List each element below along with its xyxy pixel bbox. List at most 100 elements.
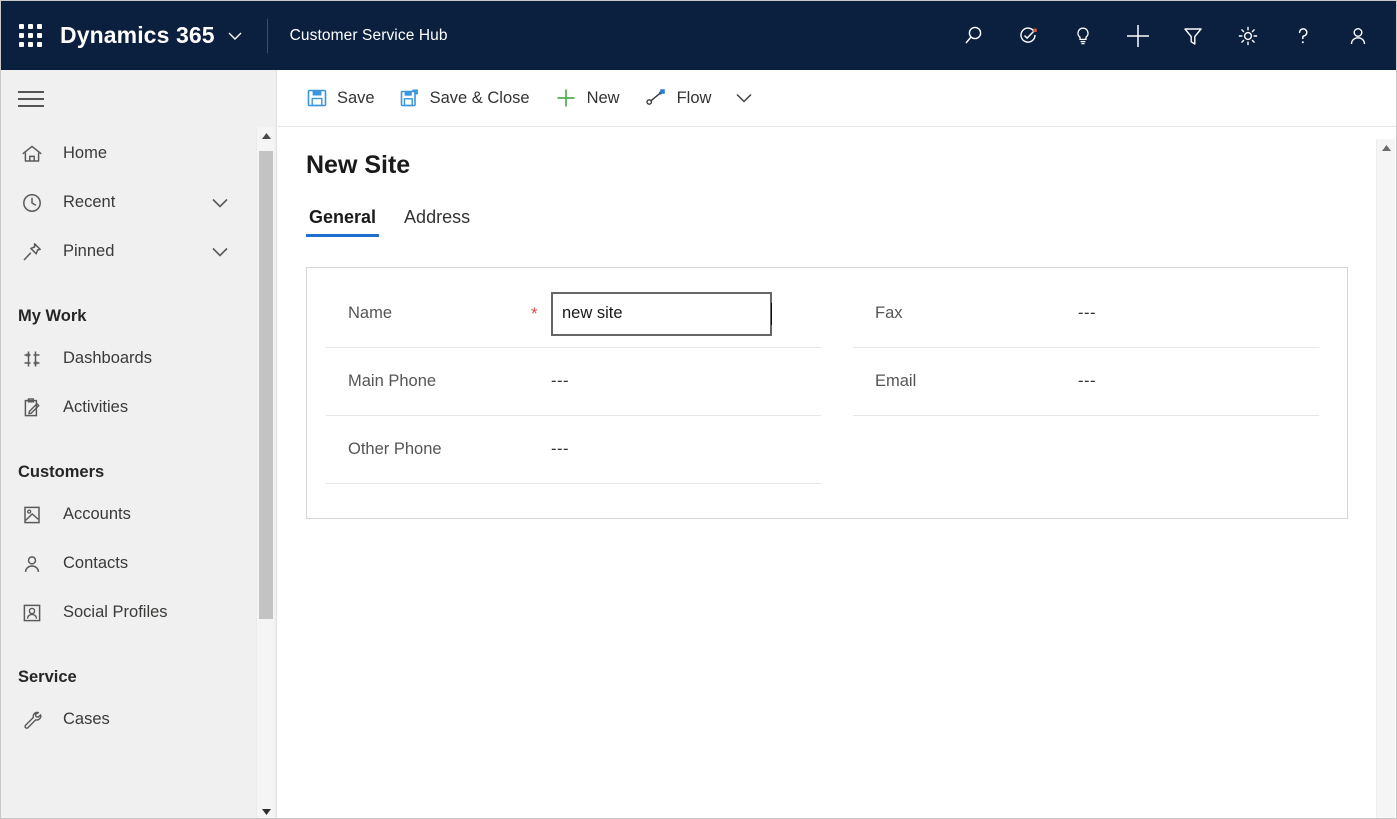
name-input-wrapper: [551, 292, 772, 336]
tab-address[interactable]: Address: [401, 207, 473, 237]
accounts-icon: [18, 503, 46, 527]
sidebar-item-activities[interactable]: Activities: [1, 383, 259, 432]
field-row-email: Email ---: [853, 348, 1319, 416]
dashboard-icon: [18, 347, 46, 371]
form-column-right-filler: [853, 416, 1319, 484]
form-content-area: New Site General Address Name * Main Pho…: [278, 128, 1397, 819]
text-cursor: [771, 303, 772, 325]
new-button[interactable]: New: [542, 78, 632, 118]
chevron-down-icon[interactable]: [209, 241, 231, 263]
person-icon[interactable]: [1336, 14, 1380, 58]
sidebar-item-dashboards[interactable]: Dashboards: [1, 334, 259, 383]
activities-icon: [18, 396, 46, 420]
field-label-email: Email: [853, 372, 1058, 391]
home-icon: [18, 142, 46, 166]
sidebar-item-cases[interactable]: Cases: [1, 695, 259, 744]
sidebar-item-label: Recent: [63, 193, 209, 212]
sidebar-item-label: Social Profiles: [63, 603, 259, 622]
plus-icon: [554, 86, 578, 110]
field-label-other-phone: Other Phone: [326, 440, 531, 459]
name-input[interactable]: [551, 292, 772, 336]
brand-title[interactable]: Dynamics 365: [60, 22, 215, 49]
other-phone-value[interactable]: ---: [551, 440, 569, 459]
social-profile-icon: [18, 601, 46, 625]
dynamics365-window: Dynamics 365 Customer Service Hub: [0, 0, 1397, 819]
wrench-icon: [18, 708, 46, 732]
sidebar-item-recent[interactable]: Recent: [1, 178, 259, 227]
save-and-close-button-label: Save & Close: [430, 89, 530, 108]
top-navigation-bar: Dynamics 365 Customer Service Hub: [1, 1, 1397, 70]
hamburger-menu-icon[interactable]: [18, 86, 48, 112]
field-row-other-phone: Other Phone ---: [326, 416, 821, 484]
sidebar-scrollbar[interactable]: [256, 127, 274, 819]
sidebar-item-contacts[interactable]: Contacts: [1, 539, 259, 588]
sidebar-item-label: Home: [63, 144, 259, 163]
field-label-name: Name: [326, 304, 531, 323]
sidebar-item-social-profiles[interactable]: Social Profiles: [1, 588, 259, 637]
flow-button[interactable]: Flow: [632, 78, 724, 118]
email-value[interactable]: ---: [1078, 372, 1096, 391]
form-tab-list: General Address: [306, 207, 473, 237]
sidebar-group-my-work: My Work: [1, 286, 259, 334]
sidebar-group-service: Service: [1, 647, 259, 695]
nav-spacer: [1, 637, 259, 647]
command-bar: Save Save & Close New: [278, 70, 1397, 127]
scroll-up-arrow-icon[interactable]: [257, 127, 275, 144]
field-row-fax: Fax ---: [853, 280, 1319, 348]
header-divider: [267, 19, 268, 53]
brand-chevron-down-icon[interactable]: [225, 26, 245, 46]
flow-icon: [644, 87, 668, 109]
sitemap-nav-list: Home Recent: [1, 129, 259, 819]
app-name-label: Customer Service Hub: [290, 27, 448, 45]
scroll-up-arrow-icon[interactable]: [1377, 139, 1396, 156]
sidebar-item-label: Dashboards: [63, 349, 259, 368]
sidebar-scrollbar-thumb[interactable]: [259, 151, 273, 619]
lightbulb-icon[interactable]: [1061, 14, 1105, 58]
save-and-close-icon: [399, 87, 421, 109]
gear-icon[interactable]: [1226, 14, 1270, 58]
sidebar-item-label: Accounts: [63, 505, 259, 524]
form-column-right: Fax --- Email ---: [827, 268, 1347, 518]
main-phone-value[interactable]: ---: [551, 372, 569, 391]
question-icon[interactable]: [1281, 14, 1325, 58]
sidebar-item-label: Contacts: [63, 554, 259, 573]
save-and-close-button[interactable]: Save & Close: [387, 78, 542, 118]
chevron-down-icon[interactable]: [209, 192, 231, 214]
plus-icon[interactable]: [1116, 14, 1160, 58]
sidebar-item-label: Activities: [63, 398, 259, 417]
save-button-label: Save: [337, 89, 375, 108]
fax-value[interactable]: ---: [1078, 304, 1096, 323]
field-label-main-phone: Main Phone: [326, 372, 531, 391]
contact-icon: [18, 552, 46, 576]
field-row-name: Name *: [326, 280, 821, 348]
field-row-main-phone: Main Phone ---: [326, 348, 821, 416]
search-icon[interactable]: [951, 14, 995, 58]
assistant-icon[interactable]: [1006, 14, 1050, 58]
command-bar-overflow-chevron-icon[interactable]: [723, 78, 765, 118]
sidebar-group-customers: Customers: [1, 442, 259, 490]
page-title: New Site: [306, 151, 410, 180]
tab-general[interactable]: General: [306, 207, 379, 237]
pin-icon: [18, 240, 46, 264]
scroll-down-arrow-icon[interactable]: [257, 803, 275, 819]
header-icon-group: [940, 14, 1397, 58]
sidebar-item-pinned[interactable]: Pinned: [1, 227, 259, 276]
sidebar-item-home[interactable]: Home: [1, 129, 259, 178]
required-marker: *: [531, 305, 551, 322]
sidebar-item-accounts[interactable]: Accounts: [1, 490, 259, 539]
form-column-left: Name * Main Phone --- Other Phone ---: [307, 268, 827, 518]
clock-icon: [18, 191, 46, 215]
save-icon: [306, 87, 328, 109]
nav-spacer: [1, 276, 259, 286]
sitemap-sidebar: Home Recent: [1, 70, 277, 819]
content-scrollbar[interactable]: [1376, 139, 1395, 819]
app-launcher-icon[interactable]: [18, 23, 44, 49]
new-button-label: New: [587, 89, 620, 108]
nav-spacer: [1, 432, 259, 442]
save-button[interactable]: Save: [294, 78, 387, 118]
filter-icon[interactable]: [1171, 14, 1215, 58]
sidebar-item-label: Pinned: [63, 242, 209, 261]
flow-button-label: Flow: [677, 89, 712, 108]
field-label-fax: Fax: [853, 304, 1058, 323]
sidebar-item-label: Cases: [63, 710, 259, 729]
